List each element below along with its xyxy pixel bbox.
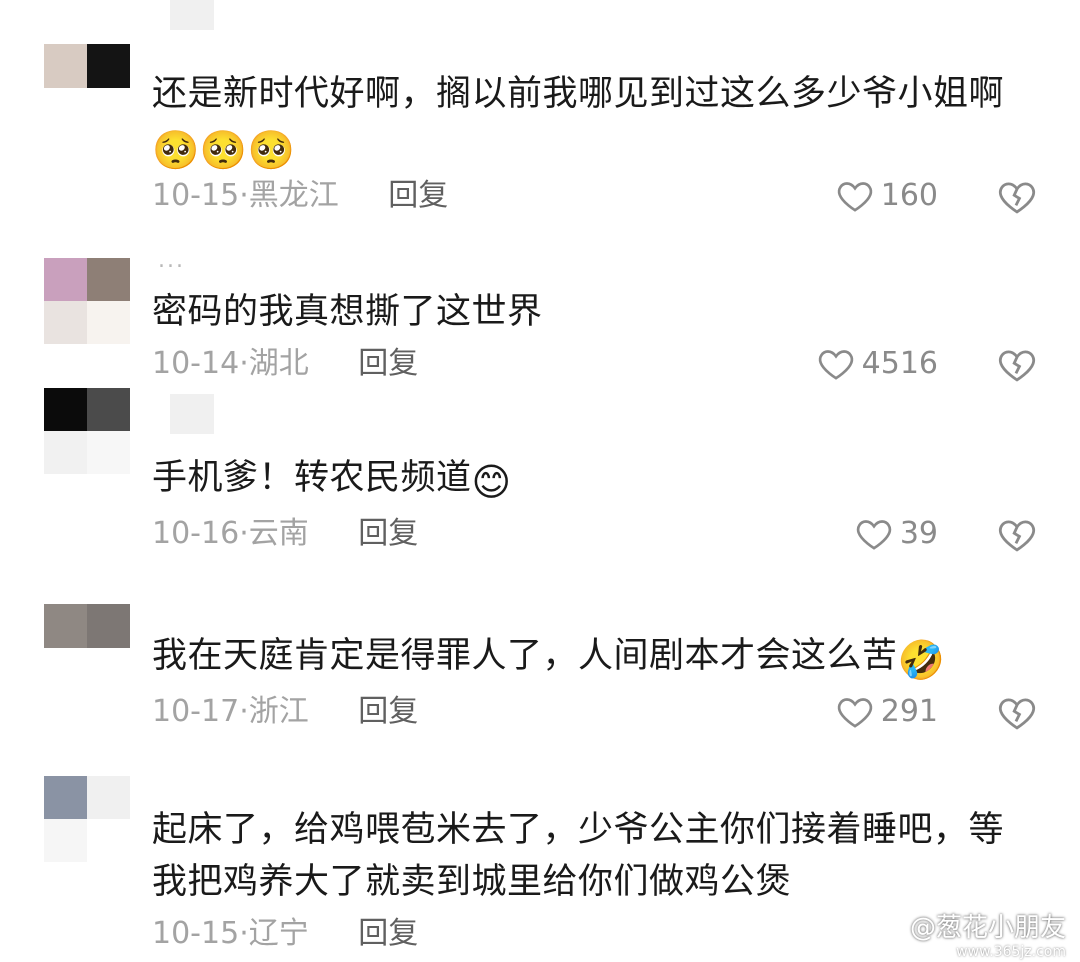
avatar[interactable] — [44, 258, 130, 344]
meta-separator: · — [239, 694, 249, 729]
like-count: 39 — [899, 516, 938, 551]
comment-text: 还是新时代好啊，搁以前我哪见到过这么多少爷小姐啊 🥺🥺🥺 — [152, 68, 1020, 172]
rolling-laughing-emoji: 🤣 — [897, 638, 946, 682]
reply-button[interactable]: 回复 — [388, 178, 448, 213]
heart-outline-icon — [818, 350, 853, 380]
avatar-tile — [44, 388, 87, 431]
avatar-tile — [87, 776, 130, 819]
like-button[interactable]: 291 — [835, 692, 938, 732]
comment-meta: 10-16·云南 回复 — [152, 514, 418, 554]
comment-text: 我在天庭肯定是得罪人了，人间剧本才会这么苦🤣 — [152, 630, 1020, 682]
avatar-tile — [44, 776, 87, 819]
like-button[interactable]: 4516 — [816, 344, 938, 384]
comment-text: 起床了，给鸡喂苞米去了，少爷公主你们接着睡吧，等我把鸡养大了就卖到城里给你们做鸡… — [152, 804, 1020, 908]
broken-heart-icon[interactable] — [996, 176, 1038, 218]
heart-outline-icon — [856, 520, 891, 550]
avatar-tile — [87, 258, 130, 301]
reply-button[interactable]: 回复 — [358, 346, 418, 381]
comment-meta: 10-14·湖北 回复 — [152, 344, 418, 384]
reply-button[interactable]: 回复 — [358, 516, 418, 551]
avatar-tile — [87, 819, 130, 862]
comment-region: 浙江 — [248, 694, 309, 729]
comment-meta: 10-17·浙江 回复 — [152, 692, 418, 732]
avatar-tile — [44, 604, 87, 648]
broken-heart-icon[interactable] — [996, 344, 1038, 386]
avatar[interactable] — [44, 776, 130, 862]
watermark: @葱花小朋友 www.365jz.com — [909, 907, 1066, 960]
comment-date: 10-15 — [152, 178, 240, 213]
comment-text: 密码的我真想撕了这世界 — [152, 286, 1020, 338]
username-blurred[interactable] — [170, 394, 214, 434]
meta-separator: · — [239, 916, 249, 951]
meta-separator: · — [239, 516, 249, 551]
comment-region: 黑龙江 — [248, 178, 339, 213]
comment-text-content: 手机爹！转农民频道 — [152, 458, 472, 498]
watermark-site: www.365jz.com — [956, 944, 1066, 960]
comment-date: 10-14 — [152, 346, 240, 381]
like-button[interactable]: 160 — [835, 176, 938, 216]
avatar-tile — [87, 44, 130, 88]
reply-button[interactable]: 回复 — [358, 916, 418, 951]
avatar-tile — [44, 258, 87, 301]
like-count: 291 — [880, 694, 938, 729]
like-count: 160 — [880, 178, 938, 213]
heart-outline-icon — [837, 698, 872, 728]
comment-date: 10-15 — [152, 916, 240, 951]
comment-text-content: 起床了，给鸡喂苞米去了，少爷公主你们接着睡吧，等我把鸡养大了就卖到城里给你们做鸡… — [152, 810, 1005, 902]
avatar-tile — [87, 431, 130, 474]
comment-region: 湖北 — [248, 346, 309, 381]
avatar-tile — [87, 388, 130, 431]
reply-button[interactable]: 回复 — [358, 694, 418, 729]
comment-date: 10-16 — [152, 516, 240, 551]
username-blurred[interactable] — [170, 0, 214, 30]
comment-text-content: 我在天庭肯定是得罪人了，人间剧本才会这么苦 — [152, 636, 898, 676]
watermark-text: @葱花小朋友 — [909, 913, 1066, 943]
comment-text-content: 还是新时代好啊，搁以前我哪见到过这么多少爷小姐啊 — [152, 74, 1005, 114]
like-count: 4516 — [861, 346, 938, 381]
avatar-tile — [44, 431, 87, 474]
avatar-tile — [87, 301, 130, 344]
avatar-tile — [44, 819, 87, 862]
comment-text: 手机爹！转农民频道😊 — [152, 452, 1020, 504]
avatar-tile — [87, 604, 130, 648]
meta-separator: · — [239, 178, 249, 213]
broken-heart-icon[interactable] — [996, 514, 1038, 556]
comment-date: 10-17 — [152, 694, 240, 729]
like-button[interactable]: 39 — [854, 514, 938, 554]
avatar-tile — [44, 301, 87, 344]
comment-meta: 10-15·辽宁 回复 — [152, 914, 418, 954]
avatar[interactable] — [44, 388, 130, 474]
comment-region: 云南 — [248, 516, 309, 551]
broken-heart-icon[interactable] — [996, 692, 1038, 734]
pleading-face-emoji: 🥺🥺🥺 — [152, 128, 296, 172]
comment-region: 辽宁 — [248, 916, 309, 951]
avatar[interactable] — [44, 604, 130, 648]
avatar[interactable] — [44, 44, 130, 88]
avatar-tile — [44, 44, 87, 88]
smiling-face-emoji: 😊 — [471, 460, 512, 504]
meta-separator: · — [239, 346, 249, 381]
heart-outline-icon — [837, 182, 872, 212]
comment-meta: 10-15·黑龙江 回复 — [152, 176, 448, 216]
comment-text-content: 密码的我真想撕了这世界 — [152, 292, 543, 332]
username-ellipsis[interactable]: ... — [158, 248, 185, 273]
